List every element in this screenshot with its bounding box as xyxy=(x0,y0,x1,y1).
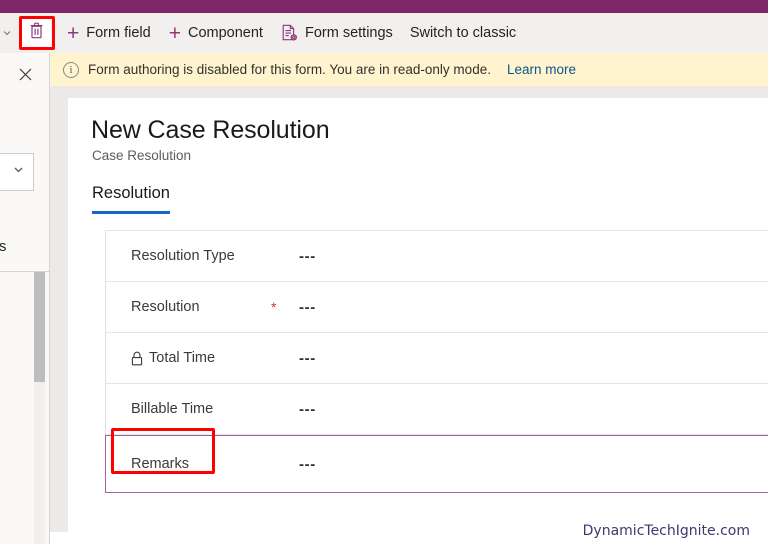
command-bar: + Form field + Component Form settings S… xyxy=(0,13,768,53)
component-label: Component xyxy=(188,25,263,41)
switch-to-classic-button[interactable]: Switch to classic xyxy=(402,25,524,41)
field-value: --- xyxy=(299,298,316,316)
field-label-wrapper: Billable Time xyxy=(106,401,271,417)
table-row[interactable]: Total Time --- xyxy=(106,333,768,384)
canvas-gutter-left xyxy=(50,86,68,532)
field-value: --- xyxy=(299,349,316,367)
required-marker: * xyxy=(271,299,277,315)
field-label: Resolution xyxy=(131,299,200,315)
readonly-message-bar: i Form authoring is disabled for this fo… xyxy=(50,53,768,86)
canvas-gutter-top xyxy=(50,86,768,98)
field-label: Total Time xyxy=(149,350,216,366)
page-subtitle: Case Resolution xyxy=(92,148,192,163)
field-label-wrapper: Resolution Type xyxy=(106,248,271,264)
field-label: Remarks xyxy=(131,456,190,472)
entity-select-dropdown[interactable] xyxy=(0,153,34,191)
columns-label: nns xyxy=(0,239,7,255)
trash-icon xyxy=(29,22,44,44)
lock-icon xyxy=(131,351,143,366)
chevron-down-icon xyxy=(12,163,25,181)
table-row[interactable]: Billable Time --- xyxy=(106,384,768,435)
message-bar-text: Form authoring is disabled for this form… xyxy=(88,62,491,77)
tabstrip: Resolution xyxy=(92,184,170,214)
plus-icon: + xyxy=(67,21,80,45)
field-label-wrapper: Remarks xyxy=(106,456,271,472)
info-icon: i xyxy=(63,61,79,78)
delete-button[interactable] xyxy=(21,19,51,47)
left-panel: nns ▲ xyxy=(0,53,50,544)
field-label-wrapper: Total Time xyxy=(106,350,271,366)
field-value: --- xyxy=(299,400,316,418)
component-button[interactable]: + Component xyxy=(160,17,272,49)
field-label-wrapper: Resolution xyxy=(106,299,271,315)
table-row-remarks[interactable]: Remarks --- xyxy=(105,428,768,493)
form-field-label: Form field xyxy=(86,25,151,41)
form-settings-icon xyxy=(281,24,298,42)
table-row[interactable]: Resolution * --- xyxy=(106,282,768,333)
table-row[interactable]: Resolution Type --- xyxy=(106,231,768,282)
field-label: Billable Time xyxy=(131,401,214,417)
learn-more-link[interactable]: Learn more xyxy=(507,62,576,77)
watermark: DynamicTechIgnite.com xyxy=(582,523,750,539)
delete-button-wrapper xyxy=(14,13,58,53)
field-value: --- xyxy=(299,455,316,473)
brand-bar xyxy=(0,0,768,13)
form-canvas: New Case Resolution Case Resolution Reso… xyxy=(68,98,768,544)
form-settings-label: Form settings xyxy=(304,25,393,41)
close-icon[interactable] xyxy=(14,63,36,85)
form-field-button[interactable]: + Form field xyxy=(58,17,160,49)
page-title: New Case Resolution xyxy=(91,116,330,144)
panel-scrollbar-thumb[interactable] xyxy=(34,272,45,382)
field-label: Resolution Type xyxy=(131,248,235,264)
field-grid: Resolution Type --- Resolution * --- Tot… xyxy=(105,230,768,493)
plus-icon: + xyxy=(168,21,181,45)
field-value: --- xyxy=(299,247,316,265)
tab-resolution[interactable]: Resolution xyxy=(92,184,170,214)
overflow-chevron-icon[interactable] xyxy=(0,13,14,53)
form-settings-button[interactable]: Form settings xyxy=(272,17,402,49)
